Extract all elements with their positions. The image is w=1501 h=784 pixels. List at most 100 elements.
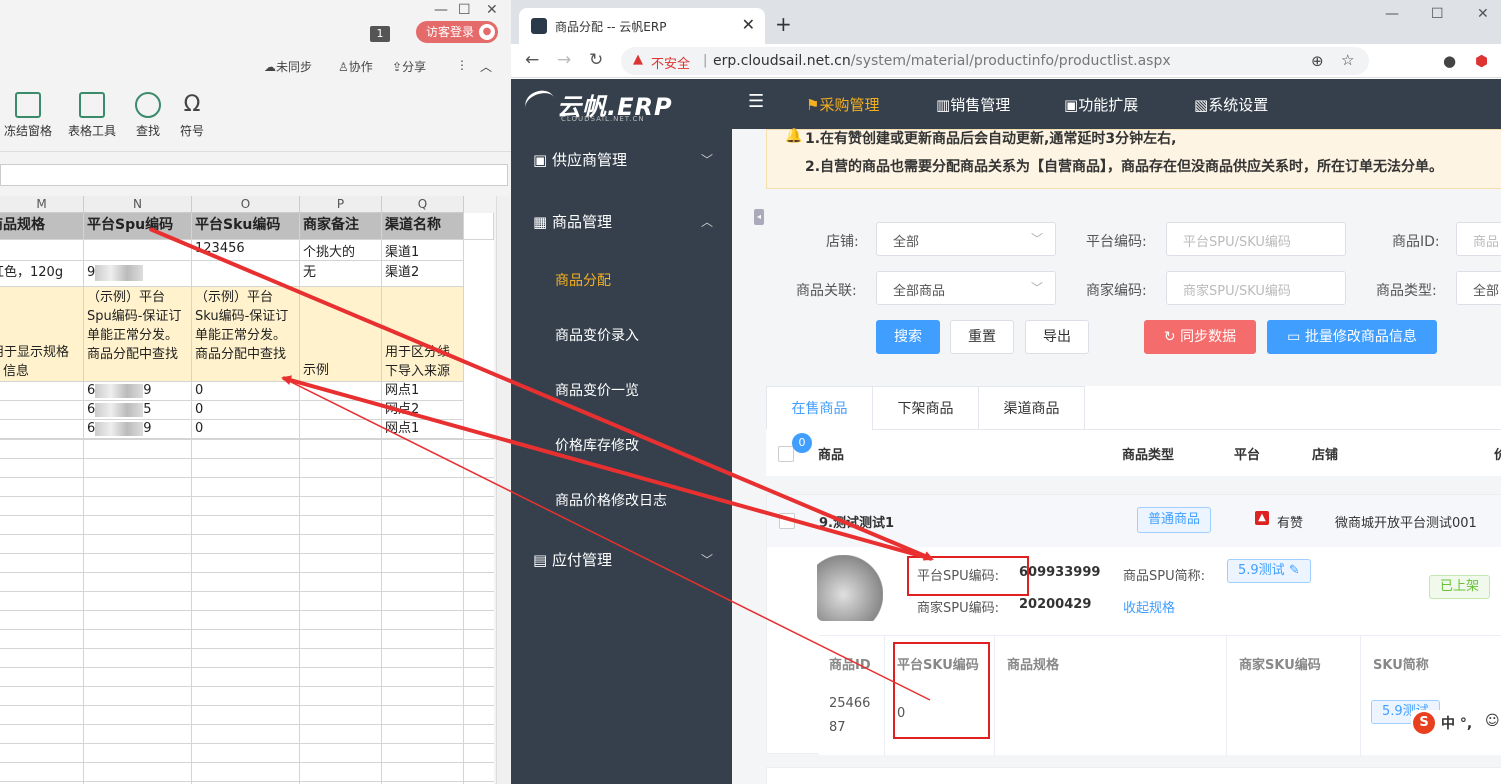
new-tab-icon[interactable]: +: [775, 12, 792, 36]
relation-select[interactable]: 全部商品 ﹀: [876, 271, 1056, 305]
table-cell[interactable]: [0, 382, 84, 401]
back-icon[interactable]: ←: [525, 50, 539, 70]
table-cell[interactable]: 123456: [192, 240, 300, 261]
nav-purchase[interactable]: ⚑采购管理: [806, 94, 879, 115]
table-tools-button[interactable]: 表格工具: [62, 92, 122, 139]
col-header-o[interactable]: O: [192, 196, 300, 213]
table-cell[interactable]: 渠道1: [382, 240, 464, 261]
profile-icon[interactable]: ●: [1443, 52, 1456, 70]
col-header-q[interactable]: Q: [382, 196, 464, 213]
reload-icon[interactable]: ↻: [589, 50, 603, 70]
extension-icon[interactable]: ⬢: [1475, 52, 1488, 70]
submenu-price-stock-edit[interactable]: 价格库存修改: [555, 435, 639, 455]
platform-code-input[interactable]: 平台SPU/SKU编码: [1166, 222, 1346, 256]
example-cell[interactable]: 用于区分线下导入来源: [382, 287, 464, 382]
table-cell[interactable]: 9: [84, 261, 192, 287]
table-cell[interactable]: 红色，120g: [0, 261, 84, 287]
header-cell[interactable]: 商品规格: [0, 213, 84, 240]
table-cell[interactable]: [192, 261, 300, 287]
collapse-specs-link[interactable]: 收起规格: [1123, 597, 1175, 616]
type-select[interactable]: 全部: [1456, 271, 1501, 305]
search-button[interactable]: 搜索: [876, 320, 940, 354]
table-cell[interactable]: [0, 401, 84, 420]
nav-extensions[interactable]: ▣功能扩展: [1064, 94, 1138, 115]
export-button[interactable]: 导出: [1025, 320, 1089, 354]
select-all-checkbox[interactable]: [778, 446, 794, 462]
merchant-code-input[interactable]: 商家SPU/SKU编码: [1166, 271, 1346, 305]
empty-grid[interactable]: [0, 439, 494, 784]
guest-login-button[interactable]: 访客登录 ●: [416, 21, 498, 43]
browser-tab[interactable]: 商品分配 -- 云帆ERP ✕: [519, 8, 765, 44]
share-button[interactable]: ⇪分享: [392, 58, 426, 75]
symbol-button[interactable]: Ω 符号: [174, 92, 210, 139]
table-cell[interactable]: 无: [300, 261, 382, 287]
table-cell[interactable]: 69: [84, 420, 192, 439]
close-tab-icon[interactable]: ✕: [742, 15, 755, 34]
table-cell[interactable]: 0: [192, 401, 300, 420]
batch-edit-button[interactable]: ▭ 批量修改商品信息: [1267, 320, 1437, 354]
example-cell[interactable]: 示例: [300, 287, 382, 382]
submenu-product-allocation[interactable]: 商品分配: [555, 270, 611, 290]
maximize-icon[interactable]: ☐: [458, 2, 471, 18]
short-name-tag[interactable]: 5.9测试 ✎: [1227, 559, 1311, 583]
table-cell[interactable]: [0, 420, 84, 439]
ime-toolbar[interactable]: S 中 °, ☺: [1411, 710, 1501, 736]
formula-bar[interactable]: [0, 164, 508, 186]
table-cell[interactable]: 网点1: [382, 382, 464, 401]
nav-sales[interactable]: ▥销售管理: [936, 94, 1010, 115]
product-id-input[interactable]: 商品: [1456, 222, 1501, 256]
menu-product[interactable]: ▦ 商品管理 ︿: [533, 211, 713, 232]
freeze-panes-button[interactable]: 冻结窗格: [2, 92, 54, 139]
url-field[interactable]: ▲ 不安全 | erp.cloudsail.net.cn/system/mate…: [621, 47, 1369, 75]
close-icon[interactable]: ✕: [1477, 6, 1489, 22]
minimize-icon[interactable]: —: [434, 2, 448, 18]
table-cell[interactable]: 65: [84, 401, 192, 420]
submenu-price-change-entry[interactable]: 商品变价录入: [555, 325, 639, 345]
table-cell[interactable]: 个挑大的: [300, 240, 382, 261]
reset-button[interactable]: 重置: [950, 320, 1014, 354]
table-cell[interactable]: [84, 240, 192, 261]
collab-button[interactable]: ♙协作: [338, 58, 373, 75]
bookmark-star-icon[interactable]: ☆: [1341, 51, 1354, 69]
table-cell[interactable]: [300, 401, 382, 420]
sync-data-button[interactable]: ↻ 同步数据: [1144, 320, 1256, 354]
forward-icon[interactable]: →: [557, 50, 571, 70]
table-cell[interactable]: 网点1: [382, 420, 464, 439]
menu-supplier[interactable]: ▣ 供应商管理 ﹀: [533, 149, 713, 170]
hamburger-icon[interactable]: ☰: [748, 91, 764, 112]
table-cell[interactable]: 网点2: [382, 401, 464, 420]
shop-select[interactable]: 全部 ﹀: [876, 222, 1056, 256]
tab-channel[interactable]: 渠道商品: [978, 386, 1085, 430]
vertical-scrollbar[interactable]: [496, 196, 510, 784]
submenu-price-change-log[interactable]: 商品价格修改日志: [555, 490, 667, 510]
close-icon[interactable]: ✕: [486, 2, 498, 18]
table-cell[interactable]: [300, 420, 382, 439]
product-checkbox[interactable]: [779, 513, 795, 529]
collapse-sidebar-handle[interactable]: ◂: [754, 209, 764, 225]
header-cell[interactable]: 平台Spu编码: [84, 213, 192, 240]
col-header-p[interactable]: P: [300, 196, 382, 213]
submenu-price-change-list[interactable]: 商品变价一览: [555, 380, 639, 400]
minimize-icon[interactable]: —: [1385, 6, 1399, 22]
example-cell[interactable]: （示例）平台Spu编码-保证订单能正常分发。商品分配中查找: [84, 287, 192, 382]
header-cell[interactable]: 平台Sku编码: [192, 213, 300, 240]
collapse-ribbon-icon[interactable]: ︿: [480, 58, 492, 75]
table-cell[interactable]: 渠道2: [382, 261, 464, 287]
header-cell[interactable]: 渠道名称: [382, 213, 464, 240]
table-cell[interactable]: [464, 213, 494, 240]
menu-payable[interactable]: ▤ 应付管理 ﹀: [533, 549, 713, 570]
maximize-icon[interactable]: ☐: [1431, 6, 1444, 22]
example-cell[interactable]: 用于显示规格信息: [0, 287, 84, 382]
nav-settings[interactable]: ▧系统设置: [1194, 94, 1268, 115]
table-cell[interactable]: 0: [192, 382, 300, 401]
product-name[interactable]: 9.测试测试1: [819, 512, 894, 531]
tab-off-shelf[interactable]: 下架商品: [872, 386, 979, 430]
zoom-icon[interactable]: ⊕: [1311, 52, 1324, 70]
table-cell[interactable]: [300, 382, 382, 401]
col-header-n[interactable]: N: [84, 196, 192, 213]
spreadsheet-grid[interactable]: 商品规格 平台Spu编码 平台Sku编码 商家备注 渠道名称 123456 个挑…: [0, 213, 494, 784]
table-cell[interactable]: [0, 240, 84, 261]
find-button[interactable]: 查找: [130, 92, 166, 139]
example-cell[interactable]: （示例）平台Sku编码-保证订单能正常分发。商品分配中查找: [192, 287, 300, 382]
table-cell[interactable]: 0: [192, 420, 300, 439]
